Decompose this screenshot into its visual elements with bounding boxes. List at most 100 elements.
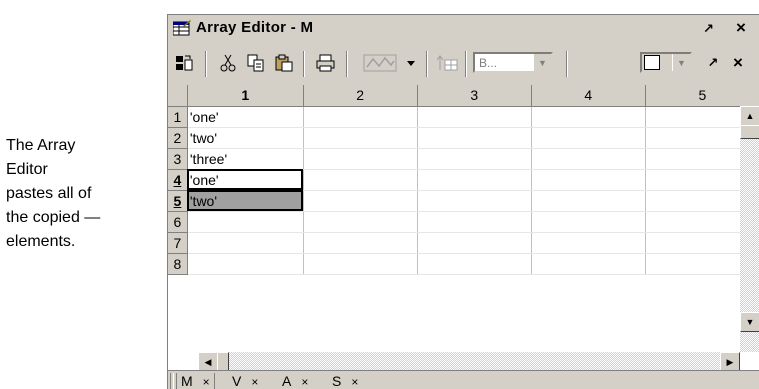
cell[interactable] [417, 232, 532, 254]
cell[interactable] [531, 211, 646, 233]
layout-select[interactable]: ▼ [640, 52, 692, 73]
cut-icon[interactable] [216, 51, 240, 75]
cell[interactable] [531, 190, 646, 212]
cell[interactable] [303, 211, 418, 233]
tab-a[interactable]: A × [282, 373, 308, 389]
cell[interactable] [187, 211, 304, 233]
tab-label: V [232, 373, 242, 389]
title-bar: Array Editor - M ↗ × [168, 15, 759, 43]
sort-icon[interactable] [436, 51, 460, 75]
toolbar-separator [566, 51, 568, 77]
row-header[interactable]: 8 [168, 253, 188, 275]
cell[interactable] [417, 190, 532, 212]
horizontal-scrollbar[interactable]: ◀ ▶ [198, 352, 740, 372]
active-cell[interactable]: 'two' [187, 190, 304, 212]
scroll-up-icon[interactable]: ▲ [740, 106, 759, 126]
close-tab-icon[interactable]: × [203, 375, 210, 389]
cell[interactable] [531, 106, 646, 128]
row-header[interactable]: 3 [168, 148, 188, 170]
tab-label: M [181, 373, 193, 389]
column-header[interactable]: 5 [645, 85, 759, 107]
cell[interactable]: 'three' [187, 148, 304, 170]
scroll-right-icon[interactable]: ▶ [720, 352, 740, 372]
tab-m[interactable]: M × [176, 373, 215, 389]
table-row: 5 'two' [168, 190, 759, 212]
cell[interactable] [531, 169, 646, 191]
cell[interactable] [187, 232, 304, 254]
cell[interactable] [187, 253, 304, 275]
cell[interactable] [531, 127, 646, 149]
column-header[interactable]: 1 [187, 85, 304, 107]
close-tab-icon[interactable]: × [251, 375, 258, 389]
row-header[interactable]: 6 [168, 211, 188, 233]
cell[interactable] [417, 148, 532, 170]
row-header[interactable]: 2 [168, 127, 188, 149]
table-row: 8 [168, 253, 759, 275]
row-header[interactable]: 4 [168, 169, 188, 191]
cell[interactable] [303, 190, 418, 212]
copy-icon[interactable] [244, 51, 268, 75]
table-row: 3 'three' [168, 148, 759, 170]
cell[interactable] [417, 127, 532, 149]
cell[interactable] [417, 169, 532, 191]
cell[interactable] [303, 232, 418, 254]
tab-label: A [282, 373, 292, 389]
close-tab-icon[interactable]: × [301, 375, 308, 389]
tab-s[interactable]: S × [332, 373, 358, 389]
array-editor-icon [172, 20, 191, 41]
cell[interactable] [303, 169, 418, 191]
cell[interactable] [303, 253, 418, 275]
close-tab-icon[interactable]: × [351, 375, 358, 389]
toolbar: B... ▼ ▼ ↗ × [168, 43, 759, 83]
table-row: 2 'two' [168, 127, 759, 149]
undock-icon[interactable]: ↗ [703, 21, 714, 37]
scroll-thumb[interactable] [217, 352, 229, 372]
close-icon[interactable]: × [736, 18, 746, 38]
scroll-thumb[interactable] [740, 125, 759, 139]
toolbar-separator [426, 51, 428, 77]
base-select[interactable]: B... ▼ [473, 52, 553, 73]
selected-cell[interactable]: 'one' [187, 169, 304, 191]
table-row: 4 'one' [168, 169, 759, 191]
close-icon[interactable]: × [726, 51, 750, 75]
cell[interactable] [303, 148, 418, 170]
row-header[interactable]: 5 [168, 190, 188, 212]
window-title: Array Editor - M [196, 19, 314, 36]
array-editor-window: Array Editor - M ↗ × B... ▼ ▼ ↗ × 1 2 3 … [167, 14, 759, 389]
plot-dropdown-icon[interactable] [404, 51, 418, 75]
column-header[interactable]: 3 [417, 85, 532, 107]
vertical-scrollbar[interactable]: ▲ ▼ [740, 106, 759, 352]
cell[interactable] [417, 211, 532, 233]
cell[interactable]: 'two' [187, 127, 304, 149]
table-row: 6 [168, 211, 759, 233]
cell[interactable] [303, 106, 418, 128]
cell[interactable] [417, 106, 532, 128]
row-header[interactable]: 1 [168, 106, 188, 128]
cell[interactable] [531, 253, 646, 275]
annotation-callout: The Array Editor pastes all of the copie… [6, 137, 101, 250]
paste-icon[interactable] [272, 51, 296, 75]
cell[interactable] [531, 148, 646, 170]
undock-icon[interactable]: ↗ [701, 51, 725, 75]
chevron-down-icon[interactable]: ▼ [533, 54, 551, 71]
print-icon[interactable] [314, 51, 338, 75]
plot-icon[interactable] [362, 51, 398, 75]
cell[interactable] [303, 127, 418, 149]
toolbar-separator [346, 51, 348, 77]
tab-grip [170, 373, 174, 389]
corner-cell[interactable] [168, 85, 188, 107]
toolbar-separator [465, 51, 467, 77]
tab-v[interactable]: V × [232, 373, 258, 389]
column-header[interactable]: 2 [303, 85, 418, 107]
scroll-down-icon[interactable]: ▼ [740, 312, 759, 332]
import-data-icon[interactable] [172, 51, 196, 75]
row-header[interactable]: 7 [168, 232, 188, 254]
column-header[interactable]: 4 [531, 85, 646, 107]
cell[interactable] [417, 253, 532, 275]
variable-tabs: M × V × A × S × [168, 370, 759, 389]
chevron-down-icon[interactable]: ▼ [672, 54, 690, 71]
array-grid: 1 2 3 4 5 1 'one' 2 'two' 3 'three' 4 'o… [168, 85, 759, 372]
cell[interactable] [531, 232, 646, 254]
cell[interactable]: 'one' [187, 106, 304, 128]
scroll-left-icon[interactable]: ◀ [198, 352, 218, 372]
